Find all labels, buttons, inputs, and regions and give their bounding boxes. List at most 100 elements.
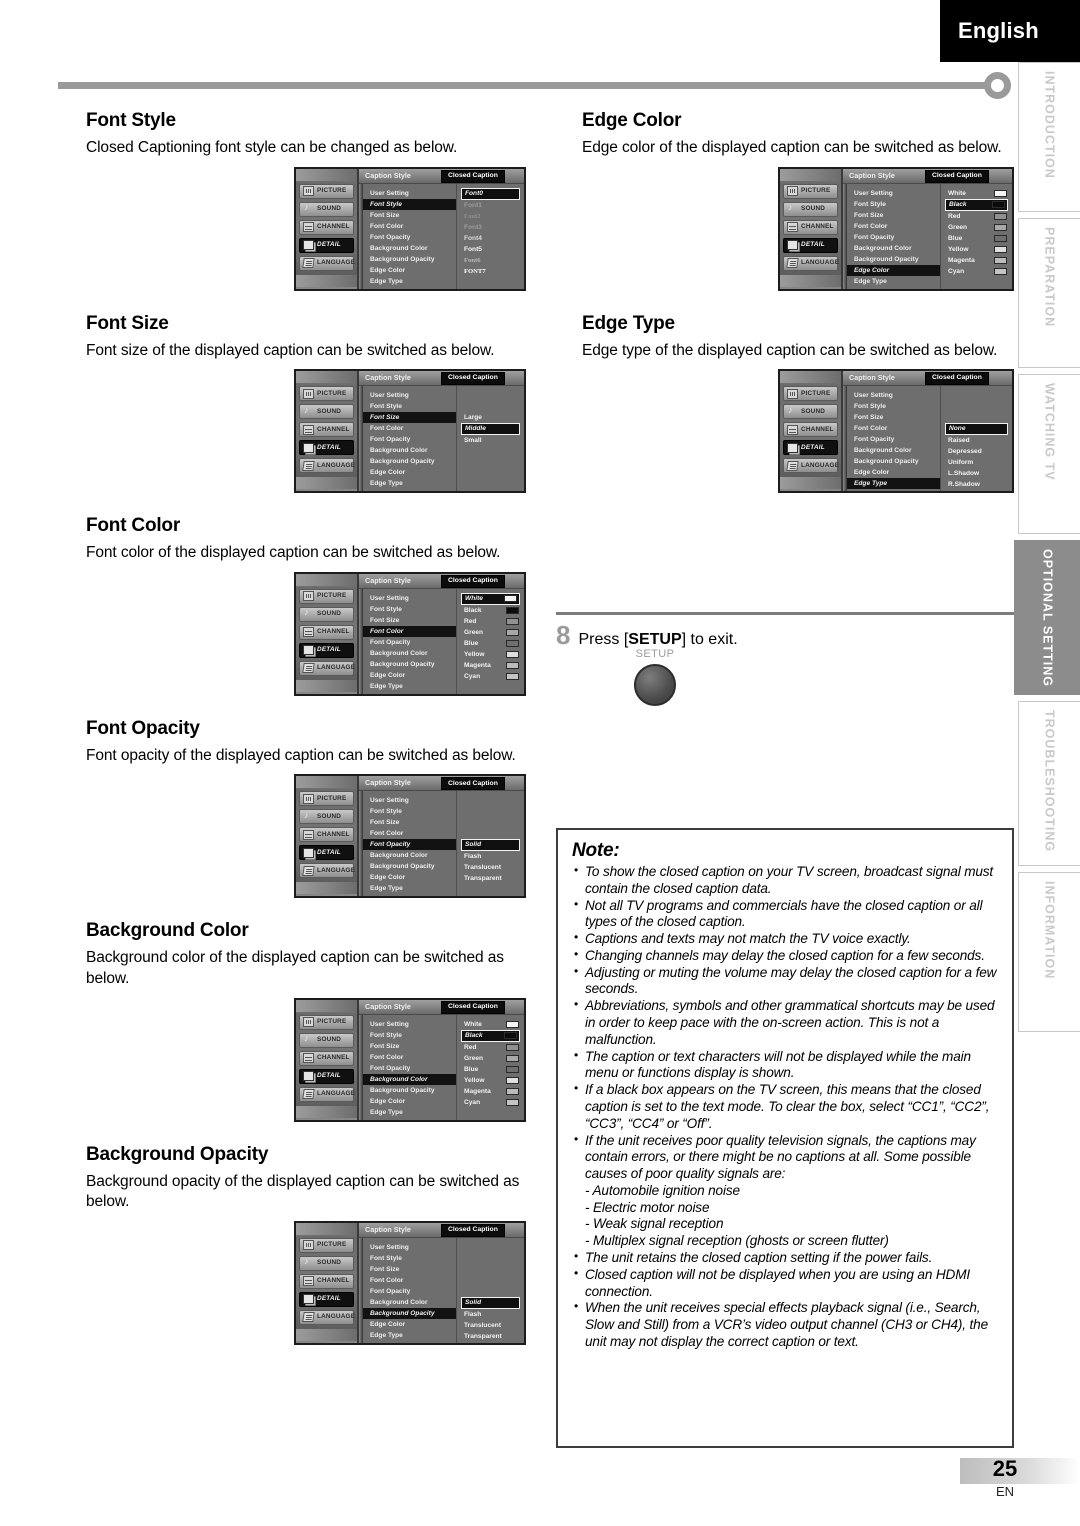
osd-value-red[interactable]: Red bbox=[463, 616, 519, 627]
osd-value-blue[interactable]: Blue bbox=[463, 1064, 519, 1075]
osd-item-font-size[interactable]: Font Size bbox=[363, 817, 456, 828]
osd-side-menu-item-channel[interactable]: CHANNEL bbox=[299, 1273, 354, 1289]
osd-value-black[interactable]: Black bbox=[463, 605, 519, 616]
rail-tab-optional-setting[interactable]: OPTIONAL SETTING bbox=[1014, 540, 1080, 695]
osd-item-font-color[interactable]: Font Color bbox=[363, 828, 456, 839]
osd-item-edge-type[interactable]: Edge Type bbox=[363, 883, 456, 894]
osd-item-font-color[interactable]: Font Color bbox=[363, 1052, 456, 1063]
osd-side-menu-item-language[interactable]: LANGUAGE bbox=[299, 1309, 355, 1325]
osd-value-uniform[interactable]: Uniform bbox=[947, 457, 1007, 468]
osd-item-font-size[interactable]: Font Size bbox=[363, 1041, 456, 1052]
osd-item-font-opacity[interactable]: Font Opacity bbox=[363, 637, 456, 648]
osd-value-magenta[interactable]: Magenta bbox=[463, 660, 519, 671]
osd-item-background-opacity[interactable]: Background Opacity bbox=[363, 1085, 456, 1096]
rail-tab-information[interactable]: INFORMATION bbox=[1018, 872, 1080, 1032]
osd-value-solid[interactable]: Solid bbox=[461, 1296, 520, 1309]
rail-tab-watching-tv[interactable]: WATCHING TV bbox=[1018, 374, 1080, 534]
osd-side-menu-item-language[interactable]: LANGUAGE bbox=[783, 458, 839, 474]
osd-item-edge-type[interactable]: Edge Type bbox=[363, 276, 456, 287]
osd-side-menu-item-detail[interactable]: DETAIL bbox=[299, 440, 354, 456]
osd-item-user-setting[interactable]: User Setting bbox=[363, 795, 456, 806]
osd-side-menu-item-sound[interactable]: SOUND bbox=[783, 404, 838, 420]
osd-value-yellow[interactable]: Yellow bbox=[463, 1075, 519, 1086]
osd-item-font-color[interactable]: Font Color bbox=[363, 423, 456, 434]
osd-value-font4[interactable]: Font4 bbox=[463, 233, 519, 244]
osd-side-menu-item-picture[interactable]: PICTURE bbox=[783, 386, 838, 402]
osd-item-edge-color[interactable]: Edge Color bbox=[363, 1319, 456, 1330]
osd-value-cyan[interactable]: Cyan bbox=[463, 671, 519, 682]
osd-side-menu-item-sound[interactable]: SOUND bbox=[299, 201, 354, 217]
osd-value-cyan[interactable]: Cyan bbox=[463, 1097, 519, 1108]
rail-tab-preparation[interactable]: PREPARATION bbox=[1018, 218, 1080, 368]
osd-value-blue[interactable]: Blue bbox=[463, 638, 519, 649]
osd-item-user-setting[interactable]: User Setting bbox=[363, 593, 456, 604]
osd-value-black[interactable]: Black bbox=[945, 198, 1008, 211]
osd-item-background-color[interactable]: Background Color bbox=[847, 243, 940, 254]
osd-side-menu-item-sound[interactable]: SOUND bbox=[299, 606, 354, 622]
osd-value-middle[interactable]: Middle bbox=[461, 423, 520, 436]
osd-value-green[interactable]: Green bbox=[463, 627, 519, 638]
osd-value-none[interactable]: None bbox=[945, 423, 1008, 436]
osd-side-menu-item-sound[interactable]: SOUND bbox=[299, 404, 354, 420]
osd-value-font2[interactable]: Font2 bbox=[463, 211, 519, 222]
osd-value-l-shadow[interactable]: L.Shadow bbox=[947, 468, 1007, 479]
osd-item-edge-type[interactable]: Edge Type bbox=[363, 478, 456, 489]
osd-item-font-color[interactable]: Font Color bbox=[363, 625, 456, 637]
osd-side-menu-item-language[interactable]: LANGUAGE bbox=[299, 255, 355, 271]
osd-side-menu-item-detail[interactable]: DETAIL bbox=[783, 237, 838, 253]
osd-item-font-style[interactable]: Font Style bbox=[363, 604, 456, 615]
osd-value-green[interactable]: Green bbox=[947, 222, 1007, 233]
osd-side-menu-item-picture[interactable]: PICTURE bbox=[299, 588, 354, 604]
osd-item-background-opacity[interactable]: Background Opacity bbox=[363, 861, 456, 872]
osd-item-user-setting[interactable]: User Setting bbox=[363, 1242, 456, 1253]
osd-value-font0[interactable]: Font0 bbox=[461, 187, 520, 200]
osd-side-menu-item-sound[interactable]: SOUND bbox=[299, 1032, 354, 1048]
osd-item-edge-color[interactable]: Edge Color bbox=[363, 467, 456, 478]
osd-item-font-style[interactable]: Font Style bbox=[363, 401, 456, 412]
osd-item-font-style[interactable]: Font Style bbox=[847, 199, 940, 210]
osd-item-edge-type[interactable]: Edge Type bbox=[363, 1330, 456, 1341]
osd-item-edge-color[interactable]: Edge Color bbox=[363, 1096, 456, 1107]
osd-item-font-style[interactable]: Font Style bbox=[363, 1253, 456, 1264]
osd-value-depressed[interactable]: Depressed bbox=[947, 446, 1007, 457]
osd-side-menu-item-channel[interactable]: CHANNEL bbox=[299, 624, 354, 640]
osd-item-background-color[interactable]: Background Color bbox=[363, 1073, 456, 1085]
osd-item-user-setting[interactable]: User Setting bbox=[847, 188, 940, 199]
osd-value-translucent[interactable]: Translucent bbox=[463, 862, 519, 873]
osd-value-raised[interactable]: Raised bbox=[947, 435, 1007, 446]
rail-tab-troubleshooting[interactable]: TROUBLESHOOTING bbox=[1018, 701, 1080, 866]
osd-side-menu-item-language[interactable]: LANGUAGE bbox=[783, 255, 839, 271]
osd-value-cyan[interactable]: Cyan bbox=[947, 266, 1007, 277]
osd-value-magenta[interactable]: Magenta bbox=[463, 1086, 519, 1097]
osd-value-large[interactable]: Large bbox=[463, 412, 519, 423]
osd-item-font-opacity[interactable]: Font Opacity bbox=[847, 232, 940, 243]
osd-item-font-color[interactable]: Font Color bbox=[847, 423, 940, 434]
osd-item-background-opacity[interactable]: Background Opacity bbox=[363, 659, 456, 670]
osd-side-menu-item-detail[interactable]: DETAIL bbox=[299, 237, 354, 253]
osd-side-menu-item-detail[interactable]: DETAIL bbox=[783, 440, 838, 456]
osd-side-menu-item-language[interactable]: LANGUAGE bbox=[299, 1086, 355, 1102]
osd-item-background-color[interactable]: Background Color bbox=[363, 850, 456, 861]
osd-item-font-size[interactable]: Font Size bbox=[847, 412, 940, 423]
osd-side-menu-item-sound[interactable]: SOUND bbox=[783, 201, 838, 217]
osd-item-font-opacity[interactable]: Font Opacity bbox=[363, 1286, 456, 1297]
osd-item-font-size[interactable]: Font Size bbox=[363, 210, 456, 221]
osd-item-font-color[interactable]: Font Color bbox=[363, 221, 456, 232]
osd-side-menu-item-detail[interactable]: DETAIL bbox=[299, 642, 354, 658]
osd-side-menu-item-channel[interactable]: CHANNEL bbox=[299, 219, 354, 235]
osd-item-edge-type[interactable]: Edge Type bbox=[363, 1107, 456, 1118]
osd-item-background-color[interactable]: Background Color bbox=[363, 243, 456, 254]
osd-side-menu-item-sound[interactable]: SOUND bbox=[299, 809, 354, 825]
osd-item-background-opacity[interactable]: Background Opacity bbox=[847, 254, 940, 265]
osd-value-flash[interactable]: Flash bbox=[463, 851, 519, 862]
osd-item-font-size[interactable]: Font Size bbox=[363, 412, 456, 424]
osd-side-menu-item-picture[interactable]: PICTURE bbox=[299, 1237, 354, 1253]
osd-side-menu-item-picture[interactable]: PICTURE bbox=[299, 183, 354, 199]
osd-value-small[interactable]: Small bbox=[463, 435, 519, 446]
osd-value-blue[interactable]: Blue bbox=[947, 233, 1007, 244]
osd-item-user-setting[interactable]: User Setting bbox=[363, 1019, 456, 1030]
osd-side-menu-item-detail[interactable]: DETAIL bbox=[299, 845, 354, 861]
osd-value-white[interactable]: White bbox=[461, 592, 520, 605]
osd-value-solid[interactable]: Solid bbox=[461, 839, 520, 852]
osd-item-font-style[interactable]: Font Style bbox=[363, 806, 456, 817]
